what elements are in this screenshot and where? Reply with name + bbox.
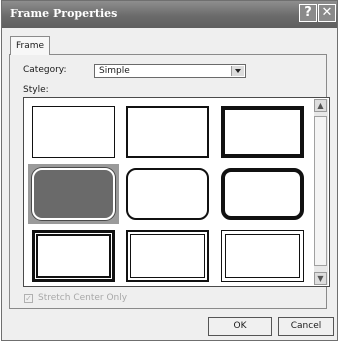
stretch-center-checkbox[interactable]: ✓ — [24, 294, 33, 303]
category-select[interactable]: Simple — [94, 64, 246, 78]
scroll-up-arrow-icon[interactable]: ▲ — [314, 99, 327, 112]
frame-preview — [32, 168, 115, 220]
frame-preview — [221, 106, 304, 158]
stretch-center-label: Stretch Center Only — [38, 293, 128, 303]
style-option-rounded-gray-frame[interactable] — [28, 164, 119, 224]
category-label: Category: — [23, 65, 67, 75]
style-option-double-inset-frame[interactable] — [122, 226, 213, 286]
frame-preview — [32, 106, 115, 158]
category-value: Simple — [99, 66, 130, 76]
frame-inner-line — [225, 234, 300, 278]
help-button[interactable]: ? — [299, 4, 317, 22]
frame-inner-line — [130, 234, 205, 278]
title-bar[interactable]: Frame Properties ? ✕ — [2, 1, 337, 28]
frame-properties-dialog: Frame Properties ? ✕ Frame Category: Sim… — [1, 0, 338, 341]
style-label: Style: — [23, 85, 49, 95]
scroll-down-arrow-icon[interactable]: ▼ — [314, 272, 327, 285]
style-option-rounded-thick-frame[interactable] — [217, 164, 308, 224]
frame-preview — [221, 168, 304, 220]
frame-preview — [126, 106, 209, 158]
scrollbar-thumb[interactable] — [314, 116, 327, 266]
style-option-thick-border-frame[interactable] — [217, 102, 308, 162]
close-button[interactable]: ✕ — [318, 4, 336, 22]
tab-frame[interactable]: Frame — [10, 36, 50, 55]
style-option-double-thin-frame[interactable] — [217, 226, 308, 286]
style-option-double-line-frame[interactable] — [28, 226, 119, 286]
window-title: Frame Properties — [10, 7, 118, 20]
style-option-medium-border-frame[interactable] — [122, 102, 213, 162]
frame-inner-line — [36, 234, 111, 278]
frame-preview — [126, 168, 209, 220]
style-option-thin-border-frame[interactable] — [28, 102, 119, 162]
style-scrollbar[interactable]: ▲ ▼ — [314, 99, 328, 285]
ok-button[interactable]: OK — [208, 317, 272, 336]
style-option-rounded-medium-frame[interactable] — [122, 164, 213, 224]
cancel-button[interactable]: Cancel — [278, 317, 334, 336]
style-list[interactable]: ▲ ▼ — [23, 97, 330, 287]
chevron-down-icon[interactable] — [231, 66, 244, 76]
